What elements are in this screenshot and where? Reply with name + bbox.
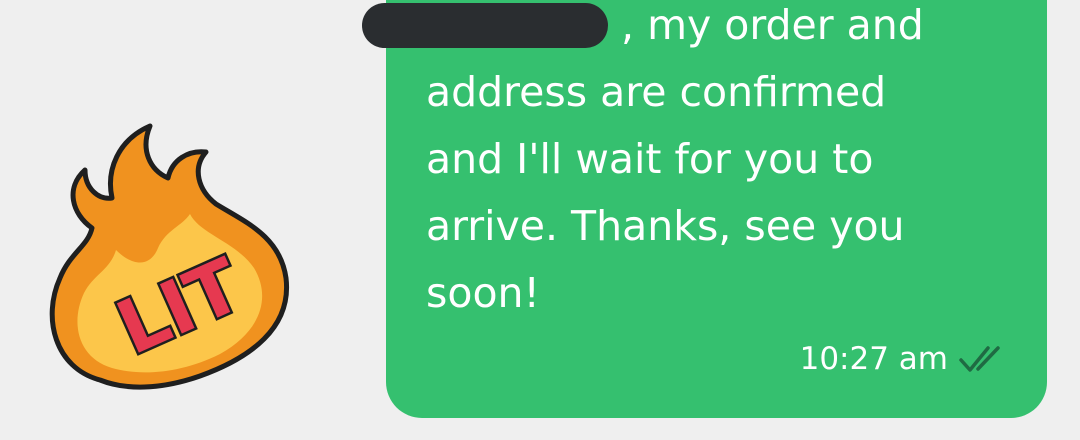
fire-lit-sticker-icon: LIT: [49, 123, 290, 390]
message-line-2: address are confirmed: [426, 68, 887, 116]
message-line-5: soon!: [426, 269, 540, 317]
redacted-name-bar: [362, 3, 608, 48]
message-line-3: and I'll wait for you to: [426, 135, 874, 183]
double-check-read-icon: [959, 346, 1000, 372]
message-meta: 10:27 am: [800, 341, 1008, 377]
message-line-1: , my order and: [621, 1, 924, 49]
lit-fire-sticker[interactable]: LIT: [40, 118, 300, 398]
message-timestamp: 10:27 am: [799, 341, 948, 377]
chat-screen: LIT , my order and address are confirmed…: [0, 0, 1080, 440]
message-line-4: arrive. Thanks, see you: [426, 202, 905, 250]
